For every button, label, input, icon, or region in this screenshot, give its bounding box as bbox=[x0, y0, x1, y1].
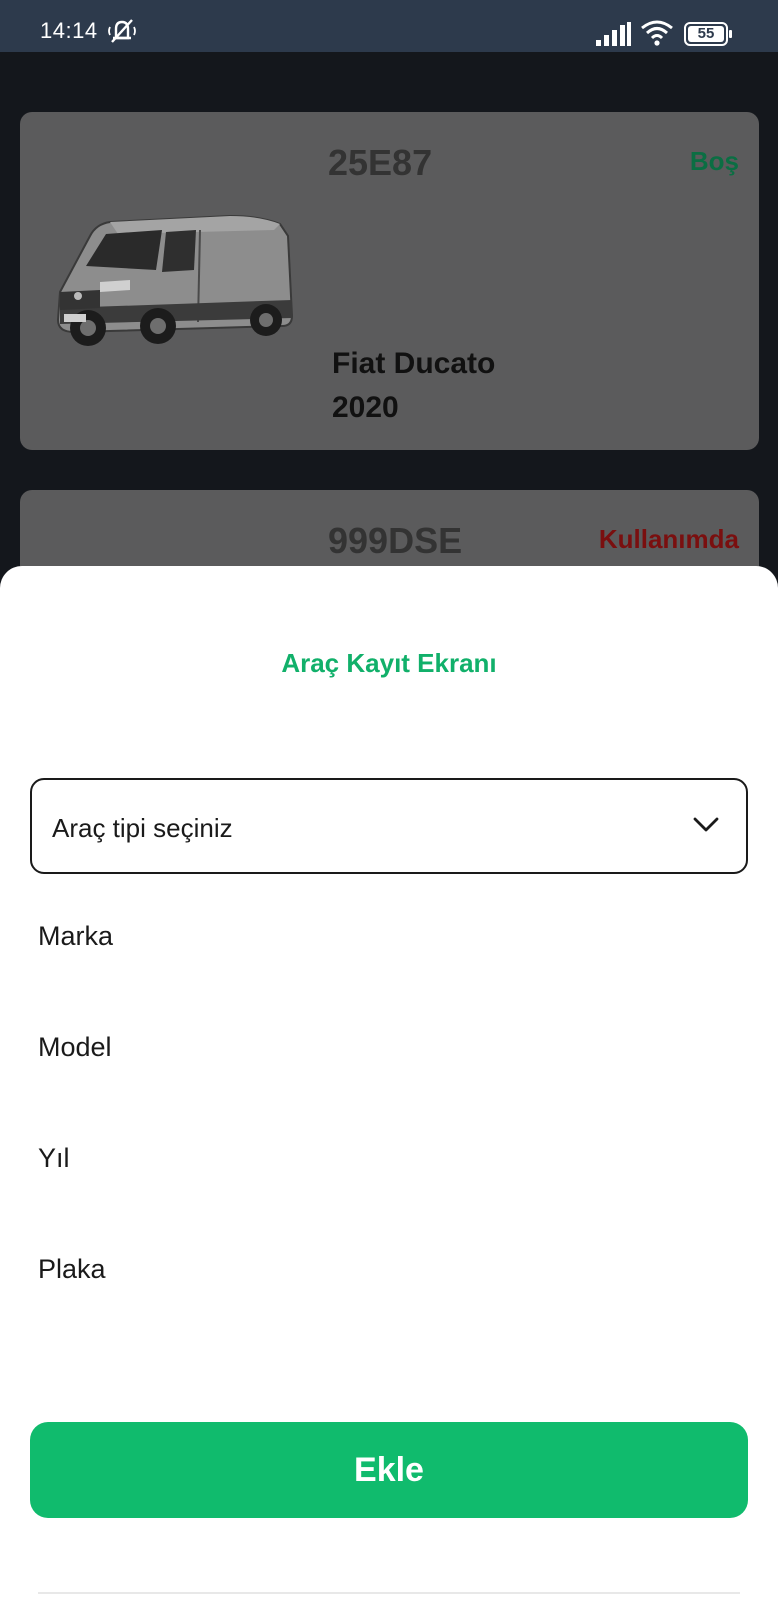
model-input[interactable]: Model bbox=[38, 1017, 738, 1077]
vehicle-plate: 999DSE bbox=[328, 520, 463, 561]
year-input[interactable]: Yıl bbox=[38, 1128, 738, 1188]
vehicle-card[interactable]: 25E87 Boş Fiat Ducato 2020 bbox=[20, 112, 759, 450]
vehicle-status: Boş bbox=[689, 146, 739, 176]
vehicle-model: Fiat Ducato bbox=[332, 347, 496, 380]
signal-icon bbox=[596, 22, 631, 46]
battery-level: 55 bbox=[697, 25, 715, 42]
vehicle-year: 2020 bbox=[332, 391, 399, 424]
van-image bbox=[56, 214, 294, 346]
vehicle-type-select-label: Araç tipi seçiniz bbox=[52, 813, 233, 843]
vehicle-plate: 25E87 bbox=[328, 142, 433, 183]
divider bbox=[38, 1592, 740, 1594]
vehicle-registration-sheet: Araç Kayıt Ekranı Araç tipi seçiniz Mark… bbox=[0, 566, 778, 1600]
vehicle-type-select[interactable]: Araç tipi seçiniz bbox=[30, 778, 748, 874]
chevron-down-icon bbox=[693, 817, 719, 832]
add-button[interactable]: Ekle bbox=[30, 1422, 748, 1518]
plate-input[interactable]: Plaka bbox=[38, 1239, 738, 1299]
mute-icon bbox=[108, 19, 136, 43]
sheet-title: Araç Kayıt Ekranı bbox=[281, 648, 497, 678]
vehicle-status: Kullanımda bbox=[598, 524, 739, 554]
brand-input[interactable]: Marka bbox=[38, 906, 738, 966]
status-time: 14:14 bbox=[40, 18, 98, 43]
vehicle-model-year: Fiat Ducato 2020 bbox=[332, 342, 495, 430]
status-bar: 14:14 55 bbox=[0, 0, 778, 52]
wifi-icon bbox=[641, 20, 673, 46]
battery-icon: 55 bbox=[684, 22, 734, 46]
